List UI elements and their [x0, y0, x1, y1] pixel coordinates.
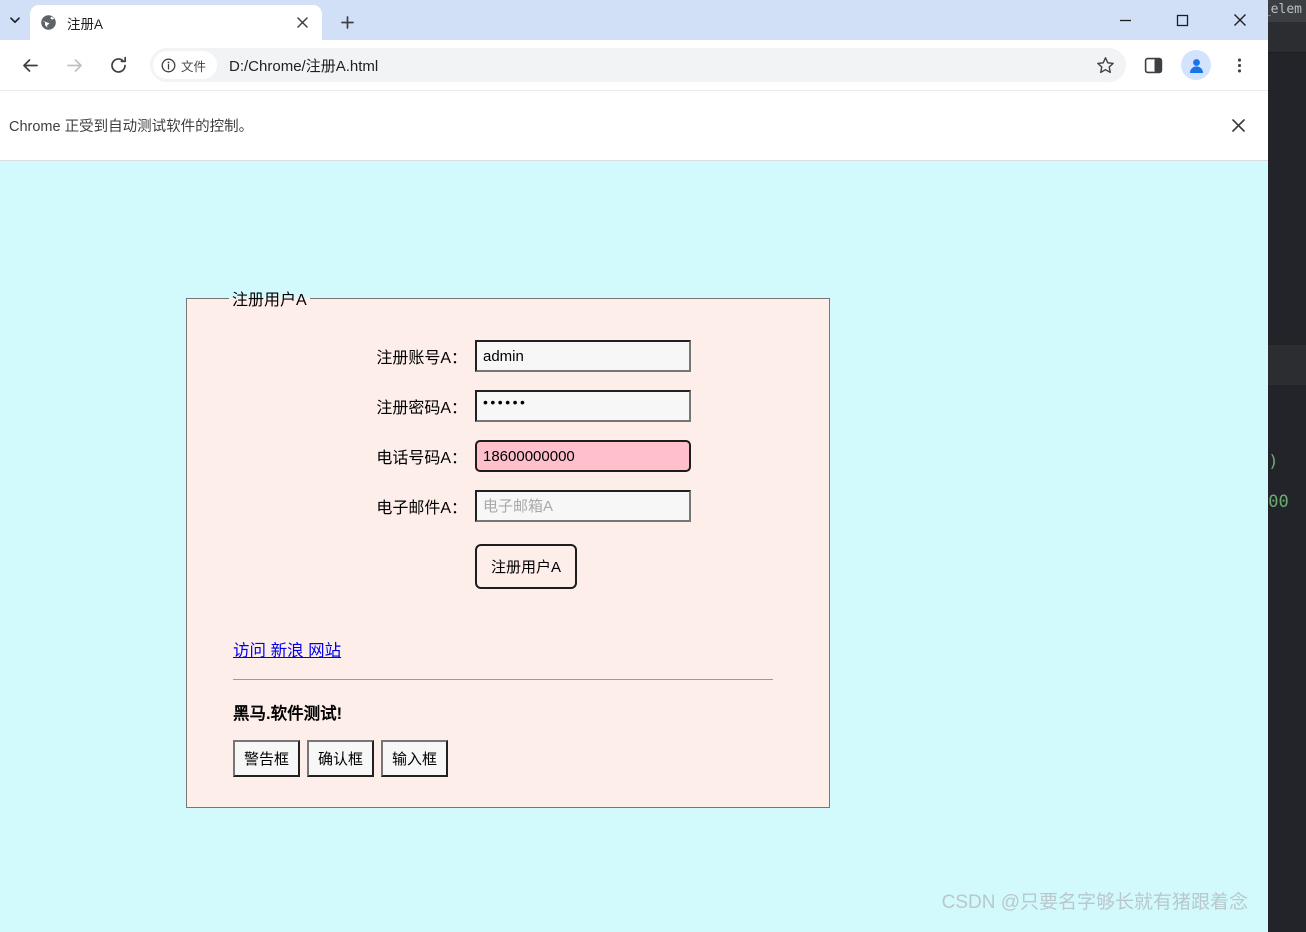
csdn-watermark: CSDN @只要名字够长就有猪跟着念	[941, 892, 1248, 913]
new-tab-button[interactable]	[332, 8, 362, 36]
maximize-button[interactable]	[1154, 0, 1211, 40]
chevron-down-icon	[10, 17, 20, 24]
info-circle-icon	[161, 58, 176, 72]
browser-toolbar: 文件 D:/Chrome/注册A.html	[0, 40, 1268, 90]
reload-button[interactable]	[101, 48, 135, 82]
reload-icon	[110, 56, 126, 73]
register-account-label: 注册账号A：	[376, 350, 467, 367]
globe-icon	[40, 14, 57, 31]
phone-number-input[interactable]	[475, 440, 691, 472]
dialog-button-row: 警告框 确认框 输入框	[233, 740, 803, 777]
close-window-button[interactable]	[1211, 0, 1268, 40]
phone-number-label: 电话号码A：	[376, 450, 467, 467]
form-row-phone: 电话号码A：	[203, 440, 803, 472]
form-row-email: 电子邮件A：	[203, 490, 803, 522]
star-icon	[1096, 56, 1114, 73]
file-scheme-chip[interactable]: 文件	[153, 51, 218, 79]
email-label: 电子邮件A：	[376, 500, 467, 517]
prompt-dialog-button[interactable]: 输入框	[381, 740, 449, 777]
form-row-password: 注册密码A： ••••••	[203, 390, 803, 422]
form-row-account: 注册账号A：	[203, 340, 803, 372]
arrow-right-icon	[66, 58, 82, 72]
ide-topbar-text: _elem	[1262, 2, 1302, 17]
register-form: 注册账号A： 注册密码A： •••••• 电话号码A： 电子邮件A：	[203, 326, 813, 797]
browser-tab[interactable]: 注册A	[30, 5, 322, 40]
bookmark-star-button[interactable]	[1090, 50, 1120, 80]
minimize-icon	[1120, 19, 1131, 21]
tab-title: 注册A	[67, 16, 104, 32]
register-account-input[interactable]	[475, 340, 691, 372]
tab-close-button[interactable]	[292, 13, 312, 33]
address-bar[interactable]: 文件 D:/Chrome/注册A.html	[150, 48, 1126, 82]
ide-panel-divider	[1262, 345, 1306, 385]
register-password-label: 注册密码A：	[376, 400, 467, 417]
page-viewport: 注册用户A 注册账号A： 注册密码A： •••••• 电话号码A： 电子邮件A：	[0, 161, 1268, 932]
side-panel-button[interactable]	[1137, 49, 1169, 81]
automation-infobar-message: Chrome 正受到自动测试软件的控制。	[9, 119, 254, 135]
fieldset-legend: 注册用户A	[232, 292, 307, 309]
close-icon	[1233, 14, 1246, 26]
profile-avatar-button[interactable]	[1181, 50, 1211, 80]
automation-infobar: Chrome 正受到自动测试软件的控制。	[0, 90, 1268, 161]
minimize-button[interactable]	[1097, 0, 1154, 40]
register-submit-button[interactable]: 注册用户A	[475, 544, 578, 589]
three-dot-menu-icon	[1237, 58, 1241, 72]
tab-strip: 注册A	[0, 0, 1268, 40]
window-controls	[1097, 0, 1268, 40]
back-button[interactable]	[13, 48, 47, 82]
section-divider	[233, 679, 773, 680]
url-text[interactable]: D:/Chrome/注册A.html	[229, 55, 1090, 76]
form-row-submit: 注册用户A	[203, 544, 803, 589]
tab-search-button[interactable]	[0, 0, 30, 40]
file-chip-label: 文件	[181, 59, 207, 74]
bold-note-text: 黑马.软件测试!	[233, 705, 343, 723]
close-icon	[1231, 119, 1245, 132]
infobar-close-button[interactable]	[1222, 110, 1254, 142]
side-panel-icon	[1144, 57, 1162, 73]
email-input[interactable]	[475, 490, 691, 522]
profile-avatar-icon	[1189, 58, 1203, 73]
maximize-icon	[1176, 14, 1189, 26]
chrome-browser-window: 注册A 文件 D:/Chrome/注册A.html Chrome 正受到自动测试…	[0, 0, 1268, 932]
forward-button[interactable]	[57, 48, 91, 82]
register-password-input[interactable]: ••••••	[475, 390, 691, 422]
confirm-dialog-button[interactable]: 确认框	[307, 740, 375, 777]
submit-spacer	[203, 544, 475, 589]
sina-website-link[interactable]: 访问 新浪 网站	[233, 637, 341, 661]
register-fieldset: 注册用户A 注册账号A： 注册密码A： •••••• 电话号码A： 电子邮件A：	[186, 286, 830, 808]
arrow-left-icon	[22, 58, 38, 72]
alert-dialog-button[interactable]: 警告框	[233, 740, 301, 777]
plus-icon	[340, 15, 354, 29]
chrome-menu-button[interactable]	[1223, 49, 1255, 81]
